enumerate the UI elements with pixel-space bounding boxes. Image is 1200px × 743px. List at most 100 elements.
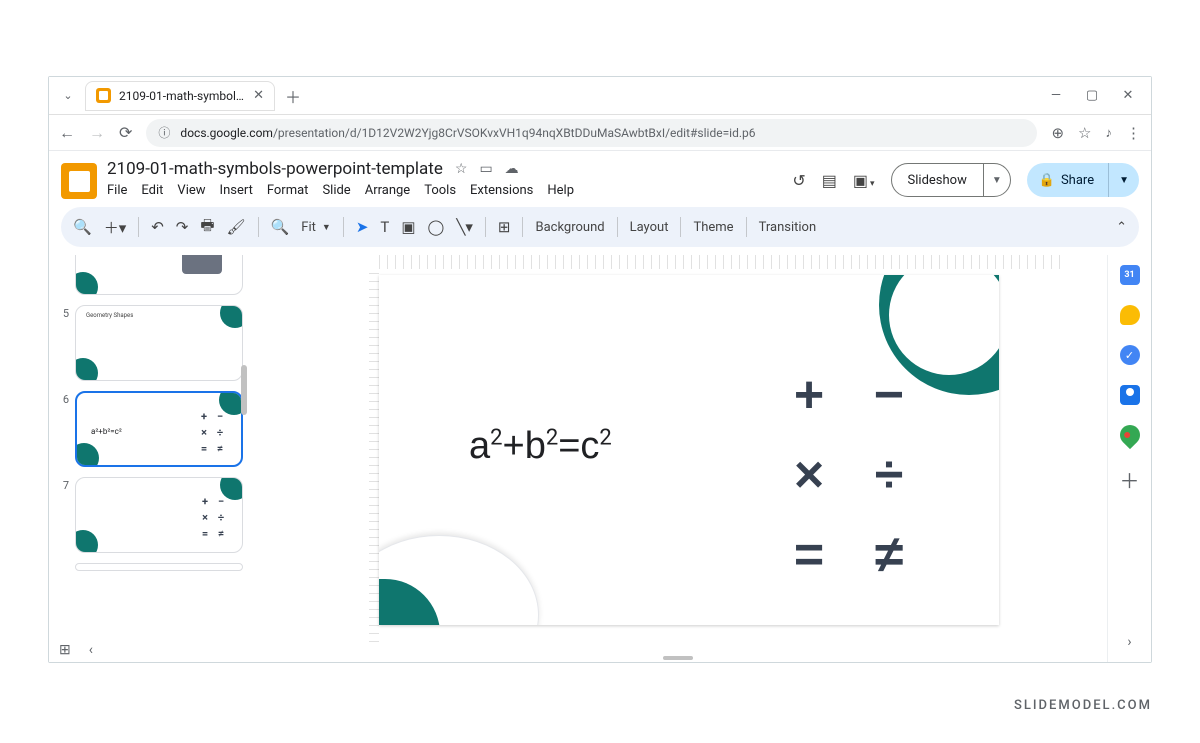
equation-text[interactable]: a2+b2=c2 xyxy=(469,425,612,468)
slideshow-dropdown[interactable]: ▼ xyxy=(983,164,1010,196)
window-maximize[interactable]: ▢ xyxy=(1077,88,1107,103)
share-dropdown[interactable]: ▼ xyxy=(1108,163,1139,197)
menu-slide[interactable]: Slide xyxy=(322,183,350,198)
symbols-grid[interactable]: + − × ÷ = ≠ xyxy=(769,355,929,595)
back-button[interactable]: ← xyxy=(59,123,75,143)
slides-favicon xyxy=(96,88,111,103)
speaker-notes-handle[interactable] xyxy=(663,656,693,660)
slide-thumbnail-8[interactable] xyxy=(75,563,243,571)
thumb-number-5: 5 xyxy=(59,305,69,381)
background-button[interactable]: Background xyxy=(535,220,604,235)
new-slide-button[interactable]: ＋▾ xyxy=(104,217,127,238)
line-tool[interactable]: ╲▾ xyxy=(456,218,473,236)
site-info-icon[interactable]: ⓘ xyxy=(158,124,170,141)
meet-icon[interactable]: ▣ xyxy=(853,171,875,190)
move-icon[interactable]: ▭ xyxy=(479,161,492,177)
url-host: docs.google.com xyxy=(180,126,273,140)
window-close[interactable]: ✕ xyxy=(1113,88,1143,103)
plus-symbol: + xyxy=(769,355,849,435)
contacts-icon[interactable] xyxy=(1120,385,1140,405)
zoom-indicator-icon[interactable]: ⊕ xyxy=(1051,124,1064,142)
comments-icon[interactable]: ▤ xyxy=(822,171,837,190)
slide-thumbnail-5[interactable]: Geometry Shapes xyxy=(75,305,243,381)
media-control-icon[interactable]: ♪ xyxy=(1106,125,1113,141)
window-minimize[interactable]: ― xyxy=(1041,88,1071,103)
browser-tab[interactable]: 2109-01-math-symbols-powerp ✕ xyxy=(85,81,275,111)
url-path: /presentation/d/1D12V2W2Yjg8CrVSOKvxVH1q… xyxy=(273,126,756,140)
not-equals-symbol: ≠ xyxy=(849,515,929,595)
tasks-icon[interactable] xyxy=(1120,345,1140,365)
slide-thumbnail-6[interactable]: a²+b²=c² +−×÷=≠ xyxy=(75,391,243,467)
paint-format-button[interactable]: 🖌 xyxy=(227,218,246,236)
select-tool[interactable]: ➤ xyxy=(356,218,369,236)
cloud-status-icon[interactable]: ☁ xyxy=(505,161,519,177)
menu-tools[interactable]: Tools xyxy=(424,183,456,198)
browser-menu-icon[interactable]: ⋮ xyxy=(1126,124,1141,142)
slides-logo[interactable] xyxy=(61,163,97,199)
times-symbol: × xyxy=(769,435,849,515)
image-tool[interactable]: ▣ xyxy=(401,218,415,236)
menu-file[interactable]: File xyxy=(107,183,127,198)
search-menus-icon[interactable]: 🔍 xyxy=(73,218,92,236)
menu-arrange[interactable]: Arrange xyxy=(365,183,410,198)
side-panel: ＋ › xyxy=(1107,255,1151,662)
slide-thumbnail-4[interactable] xyxy=(75,255,243,295)
slide-canvas[interactable]: a2+b2=c2 + − × ÷ = ≠ xyxy=(379,275,999,625)
forward-button[interactable]: → xyxy=(89,123,105,143)
tab-close-icon[interactable]: ✕ xyxy=(253,88,264,103)
reload-button[interactable]: ⟳ xyxy=(119,123,132,142)
keep-icon[interactable] xyxy=(1120,305,1140,325)
zoom-level-dropdown[interactable]: Fit▼ xyxy=(301,220,331,235)
menu-view[interactable]: View xyxy=(177,183,205,198)
hide-sidepanel-icon[interactable]: › xyxy=(1127,634,1131,650)
url-field[interactable]: ⓘ docs.google.com/presentation/d/1D12V2W… xyxy=(146,119,1037,147)
transition-button[interactable]: Transition xyxy=(759,220,817,235)
slideshow-label[interactable]: Slideshow xyxy=(892,173,983,188)
minus-symbol: − xyxy=(849,355,929,435)
tab-title: 2109-01-math-symbols-powerp xyxy=(119,89,245,103)
undo-button[interactable]: ↶ xyxy=(151,218,164,236)
tabs-dropdown[interactable]: ⌄ xyxy=(57,85,79,107)
menu-help[interactable]: Help xyxy=(547,183,574,198)
layout-button[interactable]: Layout xyxy=(630,220,669,235)
new-tab-button[interactable]: ＋ xyxy=(281,84,305,108)
theme-button[interactable]: Theme xyxy=(693,220,733,235)
menu-edit[interactable]: Edit xyxy=(141,183,163,198)
redo-button[interactable]: ↷ xyxy=(176,218,189,236)
grid-view-icon[interactable]: ⊞ xyxy=(59,642,71,658)
share-button: 🔒 Share ▼ xyxy=(1027,163,1139,197)
bookmark-star-icon[interactable]: ☆ xyxy=(1078,124,1091,142)
history-icon[interactable]: ↺ xyxy=(792,171,805,190)
address-bar: ← → ⟳ ⓘ docs.google.com/presentation/d/1… xyxy=(49,115,1151,151)
menu-insert[interactable]: Insert xyxy=(220,183,253,198)
menu-extensions[interactable]: Extensions xyxy=(470,183,533,198)
textbox-tool[interactable]: T xyxy=(380,218,389,236)
slides-app: 2109-01-math-symbols-powerpoint-template… xyxy=(49,151,1151,662)
calendar-icon[interactable] xyxy=(1120,265,1140,285)
watermark-text: SLIDEMODEL.COM xyxy=(1014,698,1152,713)
collapse-toolbar-icon[interactable]: ⌃ xyxy=(1116,220,1127,235)
document-title[interactable]: 2109-01-math-symbols-powerpoint-template xyxy=(107,159,443,179)
slide-corner-decoration-bl xyxy=(379,535,539,625)
menu-format[interactable]: Format xyxy=(267,183,309,198)
zoom-tool-icon[interactable]: 🔍 xyxy=(271,218,290,236)
divide-symbol: ÷ xyxy=(849,435,929,515)
print-button[interactable]: 🖶 xyxy=(200,215,214,240)
addons-plus-icon[interactable]: ＋ xyxy=(1120,465,1140,494)
horizontal-ruler xyxy=(379,255,1067,269)
slideshow-button: Slideshow ▼ xyxy=(891,163,1011,197)
share-label: Share xyxy=(1061,173,1094,188)
prev-slide-icon[interactable]: ‹ xyxy=(89,642,93,658)
filmstrip-scrollbar[interactable] xyxy=(241,365,247,415)
comment-tool[interactable]: ⊞ xyxy=(498,218,511,236)
equals-symbol: = xyxy=(769,515,849,595)
tab-strip: ⌄ 2109-01-math-symbols-powerp ✕ ＋ ― ▢ ✕ xyxy=(49,77,1151,115)
maps-icon[interactable] xyxy=(1115,421,1143,449)
toolbar: 🔍 ＋▾ ↶ ↷ 🖶 🖌 🔍 Fit▼ ➤ T ▣ ◯ ╲▾ ⊞ Backgro… xyxy=(61,207,1139,247)
canvas-area: a2+b2=c2 + − × ÷ = ≠ xyxy=(249,255,1107,662)
lock-icon: 🔒 xyxy=(1039,173,1055,188)
menu-bar: File Edit View Insert Format Slide Arran… xyxy=(107,183,782,198)
shape-tool[interactable]: ◯ xyxy=(428,218,445,236)
star-icon[interactable]: ☆ xyxy=(455,161,468,177)
slide-thumbnail-7[interactable]: +−×÷=≠ xyxy=(75,477,243,553)
